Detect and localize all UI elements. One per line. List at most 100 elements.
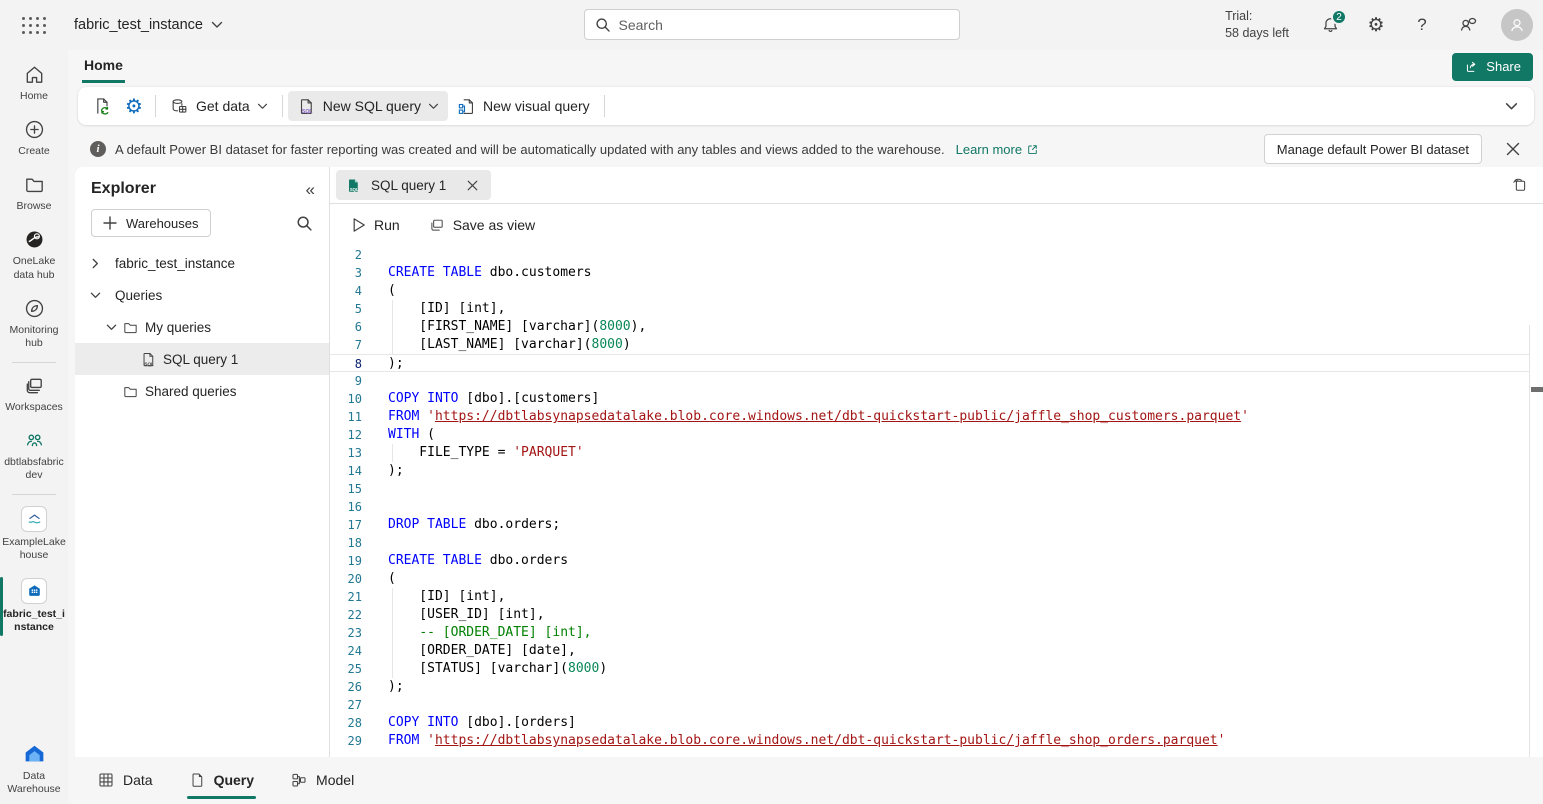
account-avatar[interactable] [1501, 9, 1533, 41]
collapse-explorer-button[interactable]: « [306, 181, 315, 198]
sidebar-item-dbtlabsfabricdev[interactable]: dbtlabsfabricdev [0, 422, 68, 490]
code-line[interactable]: 20( [330, 570, 1529, 588]
code-line[interactable]: 13 FILE_TYPE = 'PARQUET' [330, 444, 1529, 462]
sidebar-item-browse[interactable]: Browse [0, 166, 68, 221]
code-line[interactable]: 2 [330, 246, 1529, 264]
rail-divider [12, 494, 56, 495]
warehouse-settings-button[interactable]: ⚙ [118, 91, 150, 121]
code-line[interactable]: 29FROM 'https://dbtlabsynapsedatalake.bl… [330, 732, 1529, 750]
code-line[interactable]: 9 [330, 372, 1529, 390]
code-line[interactable]: 5 [ID] [int], [330, 300, 1529, 318]
tree-item-sql-query-1[interactable]: SQL SQL query 1 [75, 343, 329, 375]
tree-item-warehouse[interactable]: fabric_test_instance [75, 247, 329, 279]
get-data-button[interactable]: Get data [161, 91, 277, 121]
code-line[interactable]: 24 [ORDER_DATE] [date], [330, 642, 1529, 660]
code-line[interactable]: 28COPY INTO [dbo].[orders] [330, 714, 1529, 732]
code-line[interactable]: 8); [330, 354, 1529, 372]
tab-data[interactable]: Data [95, 769, 155, 793]
code-line[interactable]: 19CREATE TABLE dbo.orders [330, 552, 1529, 570]
code-line[interactable]: 17DROP TABLE dbo.orders; [330, 516, 1529, 534]
code-line[interactable]: 27 [330, 696, 1529, 714]
sidebar-item-workspaces[interactable]: Workspaces [0, 367, 68, 422]
manage-dataset-button[interactable]: Manage default Power BI dataset [1264, 134, 1482, 164]
workspace-switcher[interactable]: fabric_test_instance [68, 13, 229, 37]
settings-button[interactable]: ⚙ [1357, 6, 1395, 44]
code-line[interactable]: 12WITH ( [330, 426, 1529, 444]
tab-model[interactable]: Model [288, 769, 356, 793]
new-visual-query-button[interactable]: New visual query [448, 91, 599, 121]
sidebar-item-create[interactable]: Create [0, 111, 68, 166]
chevron-down-icon [211, 21, 223, 29]
tree-item-queries[interactable]: Queries [75, 279, 329, 311]
tab-close-button[interactable] [463, 176, 481, 194]
sidebar-item-data-warehouse[interactable]: Data Warehouse [0, 734, 68, 804]
chevron-down-icon [1505, 102, 1518, 111]
close-icon [1506, 142, 1520, 156]
code-line[interactable]: 21 [ID] [int], [330, 588, 1529, 606]
help-button[interactable]: ? [1403, 6, 1441, 44]
tab-query[interactable]: Query [187, 769, 256, 793]
database-icon [170, 97, 189, 116]
tree-item-shared-queries[interactable]: Shared queries [75, 375, 329, 407]
share-button[interactable]: Share [1452, 53, 1533, 81]
save-as-view-button[interactable]: Save as view [419, 212, 544, 239]
app-launcher-button[interactable] [0, 0, 68, 50]
code-line[interactable]: 15 [330, 480, 1529, 498]
code-line[interactable]: 26); [330, 678, 1529, 696]
dataset-banner: i A default Power BI dataset for faster … [68, 131, 1543, 167]
copy-button[interactable] [1510, 176, 1528, 194]
notification-badge: 2 [1331, 9, 1347, 25]
warehouses-button[interactable]: Warehouses [91, 209, 211, 237]
chevron-down-icon [103, 323, 119, 332]
sidebar-item-home[interactable]: Home [0, 56, 68, 111]
feedback-button[interactable] [1449, 6, 1487, 44]
tab-home[interactable]: Home [82, 51, 125, 83]
code-editor[interactable]: 23CREATE TABLE dbo.customers4(5 [ID] [in… [330, 246, 1543, 757]
query-tab[interactable]: SQL SQL query 1 [336, 170, 491, 200]
folder-icon [119, 383, 141, 400]
query-doc-icon [189, 771, 206, 789]
tree-item-my-queries[interactable]: My queries [75, 311, 329, 343]
new-sql-query-button[interactable]: SQL New SQL query [288, 91, 448, 121]
sidebar-item-examplelakehouse[interactable]: ExampleLakehouse [0, 499, 68, 570]
visual-query-icon [457, 97, 476, 116]
search-input[interactable]: Search [584, 9, 960, 40]
sidebar-item-fabric-test-instance[interactable]: fabric_test_instance [0, 571, 68, 642]
code-line[interactable]: 18 [330, 534, 1529, 552]
refresh-button[interactable] [86, 91, 118, 121]
document-refresh-icon [92, 96, 112, 116]
code-line[interactable]: 6 [FIRST_NAME] [varchar](8000), [330, 318, 1529, 336]
content-area: Explorer « Warehouses [75, 167, 1543, 757]
help-icon: ? [1417, 15, 1426, 35]
code-line[interactable]: 11FROM 'https://dbtlabsynapsedatalake.bl… [330, 408, 1529, 426]
bottom-tab-bar: Data Query Model [68, 757, 1543, 804]
model-icon [290, 771, 308, 789]
toolbar-expand-button[interactable] [1505, 102, 1518, 111]
code-line[interactable]: 14); [330, 462, 1529, 480]
editor-overview-ruler[interactable] [1529, 325, 1543, 757]
copy-icon [1510, 176, 1528, 194]
plus-circle-icon [23, 118, 46, 141]
sidebar-item-onelake-data-hub[interactable]: OneLake data hub [0, 221, 68, 289]
code-line[interactable]: 16 [330, 498, 1529, 516]
sidebar-item-monitoring-hub[interactable]: Monitoring hub [0, 290, 68, 358]
code-line[interactable]: 23 -- [ORDER_DATE] [int], [330, 624, 1529, 642]
explorer-tree: fabric_test_instance Queries [75, 247, 329, 407]
code-line[interactable]: 25 [STATUS] [varchar](8000) [330, 660, 1529, 678]
explorer-panel: Explorer « Warehouses [75, 167, 330, 757]
banner-close-button[interactable] [1503, 139, 1523, 159]
code-line[interactable]: 22 [USER_ID] [int], [330, 606, 1529, 624]
toolbar-divider [155, 95, 156, 117]
query-command-bar: Run Save as view [330, 204, 1543, 246]
explorer-search-button[interactable] [292, 211, 317, 236]
code-line[interactable]: 10COPY INTO [dbo].[customers] [330, 390, 1529, 408]
notifications-button[interactable]: 2 [1311, 6, 1349, 44]
toolbar-row: ⚙ Get data [68, 83, 1543, 131]
code-line[interactable]: 4( [330, 282, 1529, 300]
ribbon-tab-row: Home Share [68, 50, 1543, 83]
run-button[interactable]: Run [343, 212, 409, 238]
learn-more-link[interactable]: Learn more [956, 142, 1039, 157]
code-line[interactable]: 3CREATE TABLE dbo.customers [330, 264, 1529, 282]
code-line[interactable]: 7 [LAST_NAME] [varchar](8000) [330, 336, 1529, 354]
chevron-down-icon [87, 291, 103, 300]
